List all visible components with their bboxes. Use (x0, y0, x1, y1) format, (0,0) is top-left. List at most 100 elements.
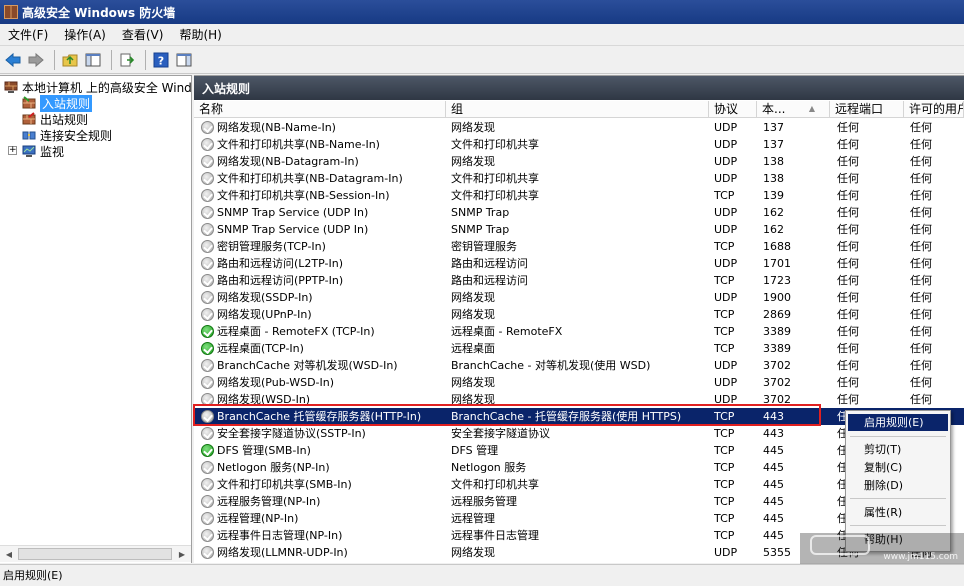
rule-protocol: TCP (714, 342, 735, 355)
menu-separator (850, 436, 946, 437)
scroll-thumb[interactable] (18, 548, 172, 560)
tree-horizontal-scrollbar[interactable]: ◀ ▶ (0, 545, 191, 562)
rule-disabled-icon (201, 376, 214, 389)
rule-group: DFS 管理 (451, 444, 499, 457)
rule-name: 远程管理(NP-In) (217, 512, 299, 525)
table-row[interactable]: BranchCache 对等机发现(WSD-In) BranchCache - 对… (194, 357, 964, 374)
rule-group: 文件和打印机共享 (451, 189, 539, 202)
rule-local-port: 3389 (763, 325, 791, 338)
rule-disabled-icon (201, 189, 214, 202)
back-button[interactable] (3, 50, 23, 70)
up-folder-button[interactable] (60, 50, 80, 70)
menu-item-enable-rule[interactable]: 启用规则(E) (848, 414, 948, 431)
rule-protocol: TCP (714, 427, 735, 440)
rule-disabled-icon (201, 206, 214, 219)
column-header-protocol[interactable]: 协议 (709, 101, 757, 118)
rule-remote-port: 任何 (837, 308, 859, 321)
rule-group: 远程事件日志管理 (451, 529, 539, 542)
tree-item-outbound-rules[interactable]: 出站规则 (22, 111, 88, 127)
menu-file[interactable]: 文件(F) (0, 26, 56, 43)
rule-protocol: UDP (714, 359, 738, 372)
table-row[interactable]: 网络发现(NB-Name-In) 网络发现 UDP 137 任何 任何 (194, 119, 964, 136)
title-bar: 高级安全 Windows 防火墙 (0, 0, 964, 24)
table-row[interactable]: 密钥管理服务(TCP-In) 密钥管理服务 TCP 1688 任何 任何 (194, 238, 964, 255)
rule-protocol: TCP (714, 410, 735, 423)
rule-group: 远程管理 (451, 512, 495, 525)
status-bar: 启用规则(E) (0, 564, 964, 586)
rule-group: 网络发现 (451, 155, 495, 168)
tree-item-label: 入站规则 (40, 94, 93, 112)
scroll-right-icon[interactable]: ▶ (174, 547, 190, 562)
rule-name: Netlogon 服务(NP-In) (217, 461, 330, 474)
rule-group: BranchCache - 对等机发现(使用 WSD) (451, 359, 651, 372)
help-button[interactable]: ? (151, 50, 171, 70)
connection-security-icon (22, 131, 36, 140)
table-row[interactable]: SNMP Trap Service (UDP In) SNMP Trap UDP 16… (194, 204, 964, 221)
rule-name: 安全套接字隧道协议(SSTP-In) (217, 427, 366, 440)
rule-remote-port: 任何 (837, 172, 859, 185)
forward-button[interactable] (26, 50, 46, 70)
action-pane-button[interactable] (174, 50, 194, 70)
menu-help[interactable]: 帮助(H) (171, 26, 229, 43)
tree-item-label: 出站规则 (40, 112, 89, 127)
rule-allowed-users: 任何 (910, 138, 932, 151)
table-row[interactable]: 网络发现(NB-Datagram-In) 网络发现 UDP 138 任何 任何 (194, 153, 964, 170)
export-list-button[interactable] (117, 50, 137, 70)
table-row[interactable]: 文件和打印机共享(NB-Datagram-In) 文件和打印机共享 UDP 138 任何… (194, 170, 964, 187)
table-row[interactable]: 远程桌面 - RemoteFX (TCP-In) 远程桌面 - RemoteFX T… (194, 323, 964, 340)
table-row[interactable]: 文件和打印机共享(NB-Session-In) 文件和打印机共享 TCP 139 任何 任… (194, 187, 964, 204)
rule-disabled-icon (201, 291, 214, 304)
table-row[interactable]: 网络发现(SSDP-In) 网络发现 UDP 1900 任何 任何 (194, 289, 964, 306)
rule-remote-port: 任何 (837, 121, 859, 134)
rule-disabled-icon (201, 410, 214, 423)
rule-local-port: 2869 (763, 308, 791, 321)
rule-name: 远程桌面 - RemoteFX (TCP-In) (217, 325, 375, 338)
rule-local-port: 1723 (763, 274, 791, 287)
menu-item-cut[interactable]: 剪切(T) (848, 441, 948, 458)
tree-root[interactable]: 本地计算机 上的高级安全 Windows (4, 79, 191, 95)
column-header-group[interactable]: 组 (446, 101, 709, 118)
rule-enabled-icon (201, 444, 214, 457)
rule-remote-port: 任何 (837, 206, 859, 219)
rule-name: BranchCache 托管缓存服务器(HTTP-In) (217, 410, 422, 423)
menu-item-delete[interactable]: 删除(D) (848, 477, 948, 494)
table-row[interactable]: 文件和打印机共享(NB-Name-In) 文件和打印机共享 UDP 137 任何 任何 (194, 136, 964, 153)
rule-local-port: 137 (763, 121, 784, 134)
context-menu: 启用规则(E) 剪切(T) 复制(C) 删除(D) 属性(R) 帮助(H) (845, 410, 951, 552)
show-hide-tree-button[interactable] (83, 50, 103, 70)
menu-view[interactable]: 查看(V) (114, 26, 172, 43)
menu-action[interactable]: 操作(A) (56, 26, 114, 43)
column-header-allowed-users[interactable]: 许可的用户 (904, 101, 964, 118)
rule-group: SNMP Trap (451, 206, 510, 219)
rule-name: SNMP Trap Service (UDP In) (217, 223, 369, 236)
rule-name: 文件和打印机共享(NB-Name-In) (217, 138, 380, 151)
table-row[interactable]: SNMP Trap Service (UDP In) SNMP Trap UDP 16… (194, 221, 964, 238)
rule-remote-port: 任何 (837, 189, 859, 202)
rule-remote-port: 任何 (837, 376, 859, 389)
watermark-logo-icon (810, 535, 870, 555)
scroll-left-icon[interactable]: ◀ (1, 547, 17, 562)
column-header-name[interactable]: 名称 (194, 101, 446, 118)
rule-disabled-icon (201, 257, 214, 270)
action-pane-icon (176, 53, 192, 66)
tree-item-connection-security-rules[interactable]: 连接安全规则 (22, 127, 112, 143)
rule-group: 路由和远程访问 (451, 274, 528, 287)
table-row[interactable]: 路由和远程访问(L2TP-In) 路由和远程访问 UDP 1701 任何 任何 (194, 255, 964, 272)
table-row[interactable]: 网络发现(UPnP-In) 网络发现 TCP 2869 任何 任何 (194, 306, 964, 323)
column-header-remote-port[interactable]: 远程端口 (830, 101, 904, 118)
table-row[interactable]: 网络发现(WSD-In) 网络发现 UDP 3702 任何 任何 (194, 391, 964, 408)
table-row[interactable]: 远程桌面(TCP-In) 远程桌面 TCP 3389 任何 任何 (194, 340, 964, 357)
tree-item-inbound-rules[interactable]: 入站规则 (22, 94, 93, 112)
table-row[interactable]: 网络发现(Pub-WSD-In) 网络发现 UDP 3702 任何 任何 (194, 374, 964, 391)
tree-expander-monitoring[interactable]: + (8, 146, 17, 155)
table-row[interactable]: 路由和远程访问(PPTP-In) 路由和远程访问 TCP 1723 任何 任何 (194, 272, 964, 289)
rule-local-port: 443 (763, 410, 784, 423)
column-header-local-port[interactable]: 本... ▲ (757, 101, 830, 118)
rule-disabled-icon (201, 461, 214, 474)
rule-remote-port: 任何 (837, 257, 859, 270)
menu-item-copy[interactable]: 复制(C) (848, 459, 948, 476)
rule-local-port: 137 (763, 138, 784, 151)
tree-item-monitoring[interactable]: 监视 (22, 143, 64, 159)
menu-item-properties[interactable]: 属性(R) (848, 504, 948, 521)
rule-local-port: 138 (763, 155, 784, 168)
